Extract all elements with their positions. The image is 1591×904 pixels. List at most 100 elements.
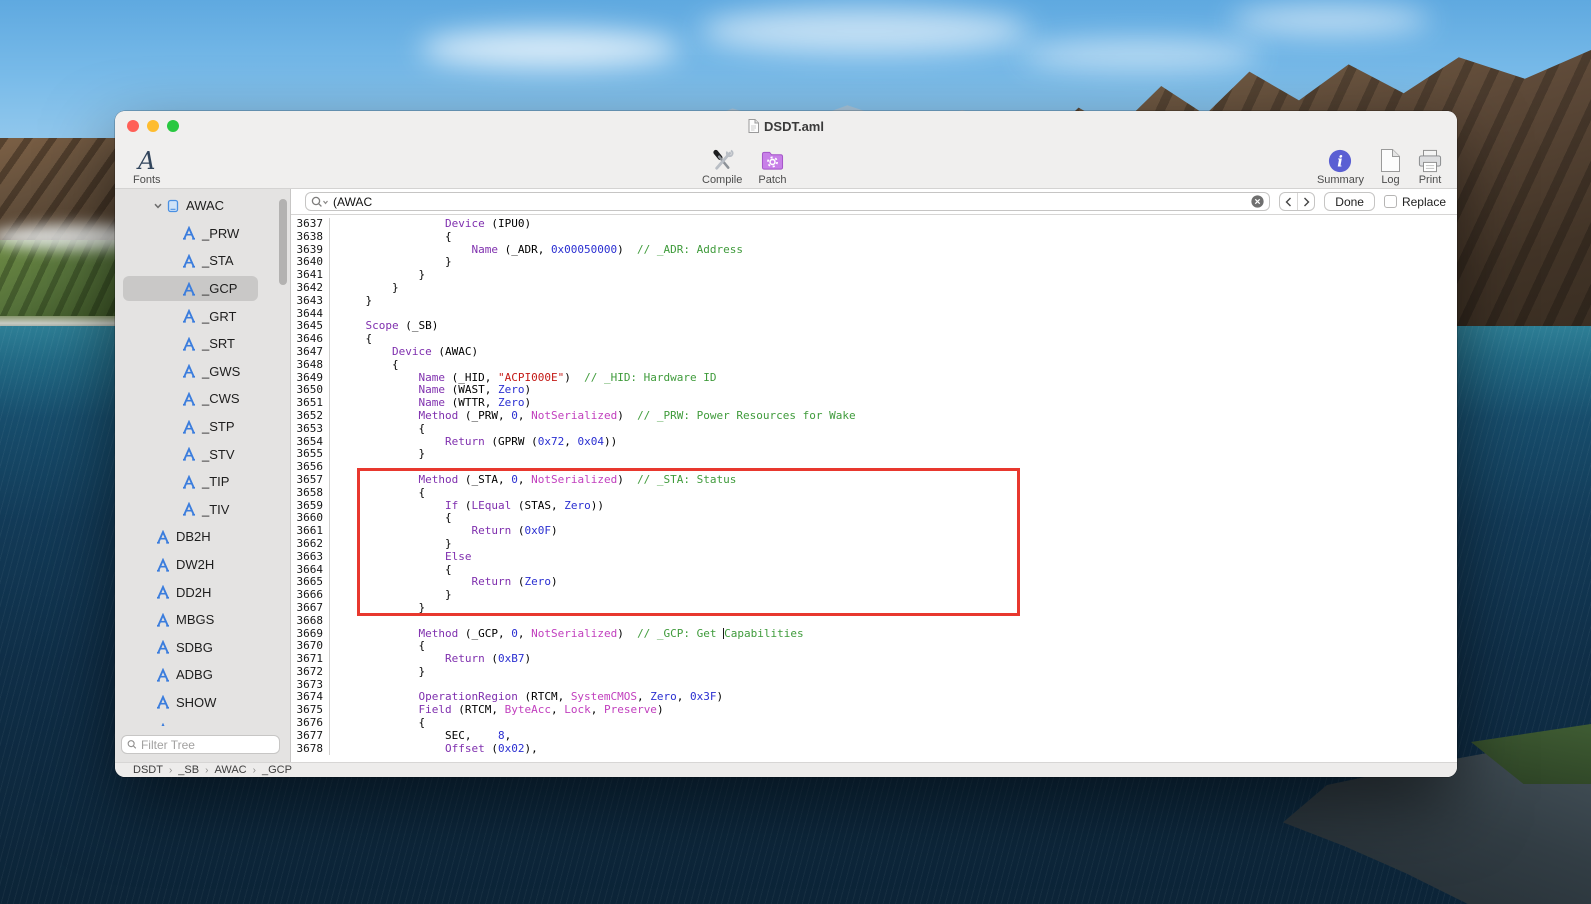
cloud <box>700 8 1030 54</box>
log-button[interactable]: Log <box>1380 142 1401 186</box>
zoom-button[interactable] <box>167 120 179 132</box>
method-icon <box>181 253 197 268</box>
sidebar-item-label: _PRW <box>202 225 240 241</box>
code-line-3655[interactable]: 3655 } <box>291 447 1457 462</box>
breadcrumb-item-sb[interactable]: _SB <box>176 764 201 776</box>
code-editor[interactable]: 3637 Device (IPU0) 3638 {3639 Name (_ADR,… <box>291 215 1457 762</box>
sidebar-item-label: _GRT <box>202 308 237 324</box>
sidebar-item-stp[interactable]: _STP <box>115 413 290 441</box>
traffic-lights <box>127 120 179 132</box>
sidebar-item-srt[interactable]: _SRT <box>115 330 290 358</box>
print-button[interactable]: Print <box>1417 142 1443 186</box>
titlebar[interactable]: DSDT.aml <box>115 111 1457 141</box>
fonts-button[interactable]: A Fonts <box>133 142 161 187</box>
code-line-3678[interactable]: 3678 Offset (0x02), <box>291 741 1457 756</box>
search-field[interactable] <box>305 192 1271 211</box>
sidebar-item-dw2h[interactable]: DW2H <box>115 551 290 579</box>
code-line-3643[interactable]: 3643 } <box>291 293 1457 308</box>
patch-button[interactable]: Patch <box>758 142 787 186</box>
sidebar-item-db2h[interactable]: DB2H <box>115 523 290 551</box>
code-line-3675[interactable]: 3675 Field (RTCM, ByteAcc, Lock, Preserv… <box>291 703 1457 718</box>
compile-button[interactable]: Compile <box>702 142 742 186</box>
code-line-3657[interactable]: 3657 Method (_STA, 0, NotSerialized) // … <box>291 473 1457 487</box>
sidebar-item-show[interactable]: SHOW <box>115 689 290 717</box>
print-label: Print <box>1418 174 1442 186</box>
log-icon <box>1380 147 1401 174</box>
sidebar-item-prw[interactable]: _PRW <box>115 220 290 248</box>
line-number: 3653 <box>296 421 324 435</box>
search-input[interactable] <box>333 194 1249 209</box>
sidebar-scrollbar[interactable] <box>279 199 287 285</box>
done-button[interactable]: Done <box>1324 192 1375 211</box>
filter-tree-input[interactable] <box>140 737 274 752</box>
breadcrumb-item-gcp[interactable]: _GCP <box>260 764 294 776</box>
code-line-3672[interactable]: 3672 } <box>291 665 1457 679</box>
sidebar-item-label: DW2H <box>176 557 215 573</box>
sidebar-item-tiv[interactable]: _TIV <box>115 496 290 524</box>
code-line-3669[interactable]: 3669 Method (_GCP, 0, NotSerialized) // … <box>291 627 1457 641</box>
sidebar-item-grt[interactable]: _GRT <box>115 302 290 330</box>
code-line-3661[interactable]: 3661 Return (0x0F) <box>291 524 1457 538</box>
code-line-3652[interactable]: 3652 Method (_PRW, 0, NotSerialized) // … <box>291 409 1457 423</box>
code-line-3665[interactable]: 3665 Return (Zero) <box>291 575 1457 590</box>
sidebar-item-cws[interactable]: _CWS <box>115 385 290 413</box>
code-line-3642[interactable]: 3642 } <box>291 281 1457 295</box>
code-line-3666[interactable]: 3666 } <box>291 588 1457 602</box>
code-line-3663[interactable]: 3663 Else <box>291 549 1457 564</box>
sidebar-item-awac[interactable]: AWAC <box>115 192 290 220</box>
sidebar-item-label: _STA <box>202 253 234 269</box>
code-line-3667[interactable]: 3667 } <box>291 601 1457 615</box>
line-number: 3677 <box>296 728 324 742</box>
close-button[interactable] <box>127 120 139 132</box>
chevron-down-icon[interactable] <box>151 201 165 211</box>
sidebar-item-gcp[interactable]: _GCP <box>115 275 290 303</box>
sidebar-item-adbg[interactable]: ADBG <box>115 661 290 689</box>
sidebar-item-dd2h[interactable]: DD2H <box>115 578 290 606</box>
code-line-3654[interactable]: 3654 Return (GPRW (0x72, 0x04)) <box>291 435 1457 449</box>
sidebar-item-line[interactable]: LINE <box>115 716 290 726</box>
code-line-3637[interactable]: 3637 Device (IPU0) <box>291 217 1457 231</box>
code-line-3641[interactable]: 3641 } <box>291 268 1457 282</box>
replace-checkbox[interactable] <box>1383 195 1397 208</box>
sidebar-item-sta[interactable]: _STA <box>115 247 290 275</box>
find-previous-button[interactable] <box>1280 193 1297 210</box>
clear-search-icon[interactable] <box>1251 195 1264 208</box>
sidebar-tree: AWAC _PRW _STA _GCP _GRT _SRT _GWS _CWS _STP _STV… <box>115 192 290 726</box>
sidebar: AWAC _PRW _STA _GCP _GRT _SRT _GWS _CWS _STP _STV… <box>115 189 291 762</box>
method-icon <box>155 557 171 572</box>
find-next-button[interactable] <box>1297 193 1314 210</box>
method-icon <box>155 585 171 599</box>
filter-tree-field[interactable] <box>121 735 280 754</box>
code-line-3644[interactable]: 3644 <box>291 307 1457 321</box>
code-text: Offset (0x02), <box>444 741 538 755</box>
method-icon <box>181 336 197 351</box>
summary-button[interactable]: i Summary <box>1317 142 1364 186</box>
sidebar-item-tip[interactable]: _TIP <box>115 468 290 496</box>
code-line-3639[interactable]: 3639 Name (_ADR, 0x00050000) // _ADR: Ad… <box>291 243 1457 257</box>
line-number: 3663 <box>296 549 324 563</box>
breadcrumb-item-awac[interactable]: AWAC <box>212 764 248 776</box>
replace-label: Replace <box>1401 194 1446 209</box>
code-line-3647[interactable]: 3647 Device (AWAC) <box>291 345 1457 359</box>
sidebar-item-label: MBGS <box>176 612 215 628</box>
code-line-3671[interactable]: 3671 Return (0xB7) <box>291 652 1457 666</box>
code-line-3640[interactable]: 3640 } <box>291 255 1457 270</box>
line-number: 3661 <box>296 524 324 538</box>
fonts-label: Fonts <box>133 174 161 186</box>
method-icon <box>155 529 171 544</box>
sidebar-item-stv[interactable]: _STV <box>115 440 290 468</box>
breadcrumb-item-dsdt[interactable]: DSDT <box>131 764 165 776</box>
code-line-3659[interactable]: 3659 If (LEqual (STAS, Zero)) <box>291 499 1457 513</box>
code-line-3645[interactable]: 3645 Scope (_SB) <box>291 319 1457 334</box>
line-number: 3643 <box>296 293 324 307</box>
sidebar-item-sdbg[interactable]: SDBG <box>115 634 290 662</box>
line-number: 3678 <box>296 741 324 755</box>
sidebar-item-gws[interactable]: _GWS <box>115 358 290 386</box>
window-title-text: DSDT.aml <box>764 118 824 134</box>
window-title: DSDT.aml <box>748 119 824 134</box>
patch-label: Patch <box>758 174 787 186</box>
sidebar-item-mbgs[interactable]: MBGS <box>115 606 290 634</box>
minimize-button[interactable] <box>147 120 159 132</box>
